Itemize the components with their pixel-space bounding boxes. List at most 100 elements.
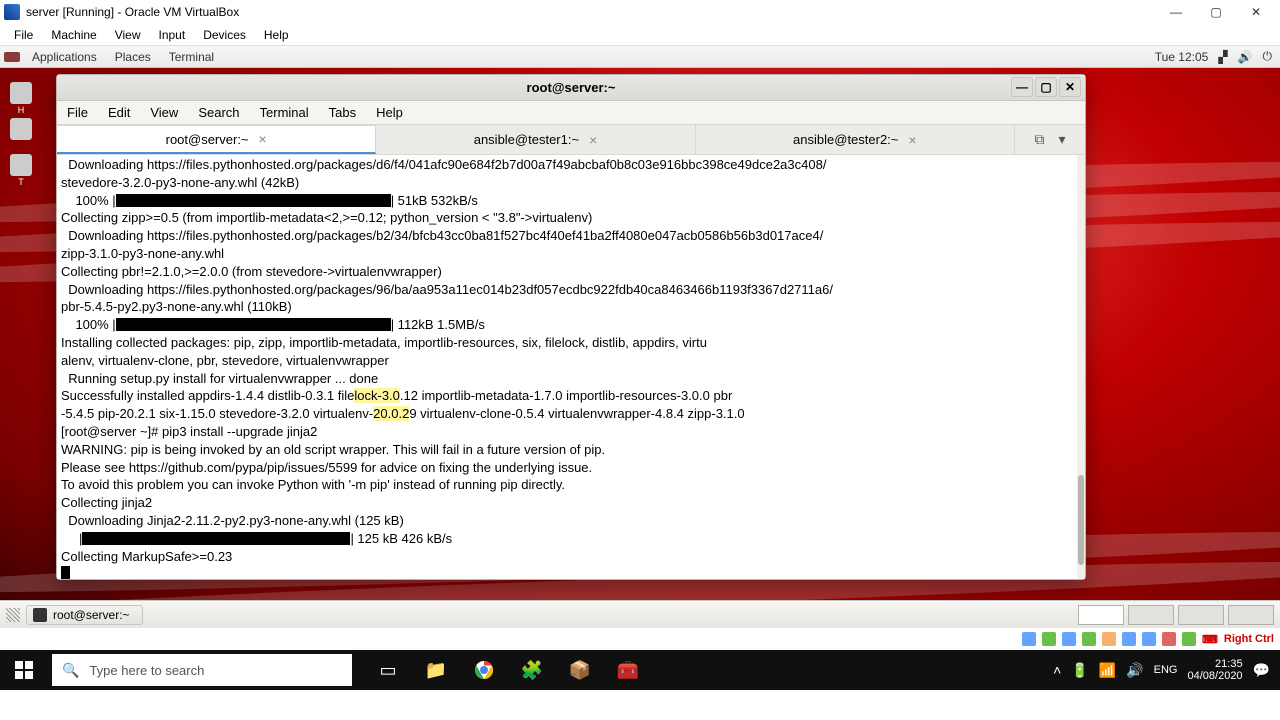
terminal-maximize-button[interactable]: ▢ <box>1035 77 1057 97</box>
desktop-icon[interactable]: H <box>6 82 36 118</box>
vbox-menu-machine[interactable]: Machine <box>43 26 104 44</box>
terminal-tab-2[interactable]: ansible@tester2:~ × <box>696 125 1015 154</box>
wifi-icon[interactable]: 📶 <box>1099 662 1116 679</box>
vbox-network-icon[interactable] <box>1082 632 1096 646</box>
gnome-activities-icon <box>4 52 20 62</box>
vbox-display-icon[interactable] <box>1142 632 1156 646</box>
sound-icon[interactable]: 🔊 <box>1126 662 1143 679</box>
vbox-menu-file[interactable]: File <box>6 26 41 44</box>
vbox-menu-devices[interactable]: Devices <box>195 26 254 44</box>
terminal-menu-search[interactable]: Search <box>188 102 249 123</box>
terminal-menu-help[interactable]: Help <box>366 102 413 123</box>
terminal-tab-0[interactable]: root@server:~ × <box>57 125 376 154</box>
windows-search-input[interactable]: 🔍 Type here to search <box>52 654 352 686</box>
terminal-close-button[interactable]: ✕ <box>1059 77 1081 97</box>
vbox-optical-icon[interactable] <box>1042 632 1056 646</box>
workspace-2[interactable] <box>1128 605 1174 625</box>
vbox-menubar: File Machine View Input Devices Help <box>0 24 1280 46</box>
windows-logo-icon <box>15 661 33 679</box>
tray-overflow-icon[interactable]: ˄ <box>1053 662 1061 678</box>
vbox-hdd-icon[interactable] <box>1022 632 1036 646</box>
terminal-menu-tabs[interactable]: Tabs <box>319 102 366 123</box>
guest-taskbar: root@server:~ <box>0 600 1280 628</box>
terminal-menu-edit[interactable]: Edit <box>98 102 140 123</box>
terminal-icon <box>33 608 47 622</box>
taskbar-apps: ▭ 📁 🧩 📦 🧰 <box>364 650 652 690</box>
workspace-4[interactable] <box>1228 605 1274 625</box>
gnome-menu-terminal[interactable]: Terminal <box>161 48 222 66</box>
gnome-menu-places[interactable]: Places <box>107 48 159 66</box>
virtualbox-icon <box>4 4 20 20</box>
vbox-menu-help[interactable]: Help <box>256 26 297 44</box>
app-icon-1[interactable]: 🧩 <box>508 650 556 690</box>
app-icon-2[interactable]: 🧰 <box>604 650 652 690</box>
vbox-shared-folders-icon[interactable] <box>1122 632 1136 646</box>
gnome-clock[interactable]: Tue 12:05 <box>1155 50 1209 64</box>
tab-dropdown-icon[interactable]: ▾ <box>1058 131 1065 148</box>
workspace-1[interactable] <box>1078 605 1124 625</box>
vbox-close-button[interactable]: ✕ <box>1236 0 1276 24</box>
terminal-tab-1[interactable]: ansible@tester1:~ × <box>376 125 695 154</box>
vbox-recording-icon[interactable] <box>1162 632 1176 646</box>
system-tray: ˄ 🔋 📶 🔊 ENG 21:35 04/08/2020 💬 <box>1043 658 1280 682</box>
gnome-topbar: Applications Places Terminal Tue 12:05 ▞… <box>0 46 1280 68</box>
scrollbar-thumb[interactable] <box>1078 475 1084 565</box>
tab-close-icon[interactable]: × <box>908 132 916 148</box>
desktop-icon[interactable] <box>6 118 36 154</box>
progress-bar <box>116 194 391 207</box>
vbox-minimize-button[interactable]: — <box>1156 0 1196 24</box>
terminal-title: root@server:~ <box>527 80 616 95</box>
terminal-menu-file[interactable]: File <box>57 102 98 123</box>
guest-display: Applications Places Terminal Tue 12:05 ▞… <box>0 46 1280 628</box>
terminal-minimize-button[interactable]: — <box>1011 77 1033 97</box>
power-icon[interactable]: ⏻ <box>1263 49 1273 64</box>
network-icon[interactable]: ▞ <box>1218 50 1227 64</box>
chrome-icon[interactable] <box>460 650 508 690</box>
terminal-cursor <box>61 566 70 579</box>
taskbar-grip-icon <box>6 608 20 622</box>
notifications-icon[interactable]: 💬 <box>1253 662 1270 679</box>
windows-taskbar: 🔍 Type here to search ▭ 📁 🧩 📦 🧰 ˄ 🔋 📶 🔊 … <box>0 650 1280 690</box>
tab-close-icon[interactable]: × <box>259 131 267 147</box>
terminal-menu-view[interactable]: View <box>140 102 188 123</box>
desktop-icon[interactable]: T <box>6 154 36 190</box>
workspace-3[interactable] <box>1178 605 1224 625</box>
language-indicator[interactable]: ENG <box>1154 664 1178 676</box>
tab-label: ansible@tester1:~ <box>474 132 579 147</box>
clock[interactable]: 21:35 04/08/2020 <box>1188 658 1243 682</box>
tray-time: 21:35 <box>1188 658 1243 670</box>
file-explorer-icon[interactable]: 📁 <box>412 650 460 690</box>
vbox-maximize-button[interactable]: ▢ <box>1196 0 1236 24</box>
search-placeholder: Type here to search <box>89 663 204 678</box>
progress-bar <box>116 318 391 331</box>
taskbar-app-terminal[interactable]: root@server:~ <box>26 605 143 625</box>
start-button[interactable] <box>0 650 48 690</box>
vbox-host-key-label: ⌨ <box>1202 633 1218 646</box>
tab-label: ansible@tester2:~ <box>793 132 898 147</box>
volume-icon[interactable]: 🔊 <box>1238 50 1253 64</box>
search-icon: 🔍 <box>62 662 79 679</box>
terminal-output[interactable]: Downloading https://files.pythonhosted.o… <box>57 155 1085 579</box>
taskbar-app-label: root@server:~ <box>53 608 130 622</box>
terminal-titlebar[interactable]: root@server:~ — ▢ ✕ <box>57 75 1085 101</box>
new-tab-icon[interactable]: ⧉ <box>1034 131 1044 148</box>
terminal-window: root@server:~ — ▢ ✕ File Edit View Searc… <box>56 74 1086 580</box>
battery-icon[interactable]: 🔋 <box>1071 662 1088 679</box>
vbox-menu-view[interactable]: View <box>107 26 149 44</box>
vbox-usb-icon[interactable] <box>1102 632 1116 646</box>
vbox-audio-icon[interactable] <box>1062 632 1076 646</box>
gnome-menu-applications[interactable]: Applications <box>24 48 105 66</box>
task-view-icon[interactable]: ▭ <box>364 650 412 690</box>
vbox-titlebar: server [Running] - Oracle VM VirtualBox … <box>0 0 1280 24</box>
virtualbox-taskbar-icon[interactable]: 📦 <box>556 650 604 690</box>
terminal-menu-terminal[interactable]: Terminal <box>250 102 319 123</box>
vbox-statusbar: ⌨ Right Ctrl <box>0 628 1280 650</box>
tab-label: root@server:~ <box>166 132 249 147</box>
vbox-cpu-icon[interactable] <box>1182 632 1196 646</box>
tab-close-icon[interactable]: × <box>589 132 597 148</box>
progress-bar <box>82 532 350 545</box>
terminal-tabstrip: root@server:~ × ansible@tester1:~ × ansi… <box>57 125 1085 155</box>
vbox-menu-input[interactable]: Input <box>151 26 194 44</box>
terminal-scrollbar[interactable] <box>1077 155 1085 579</box>
highlight: lock-3.0 <box>354 388 400 403</box>
